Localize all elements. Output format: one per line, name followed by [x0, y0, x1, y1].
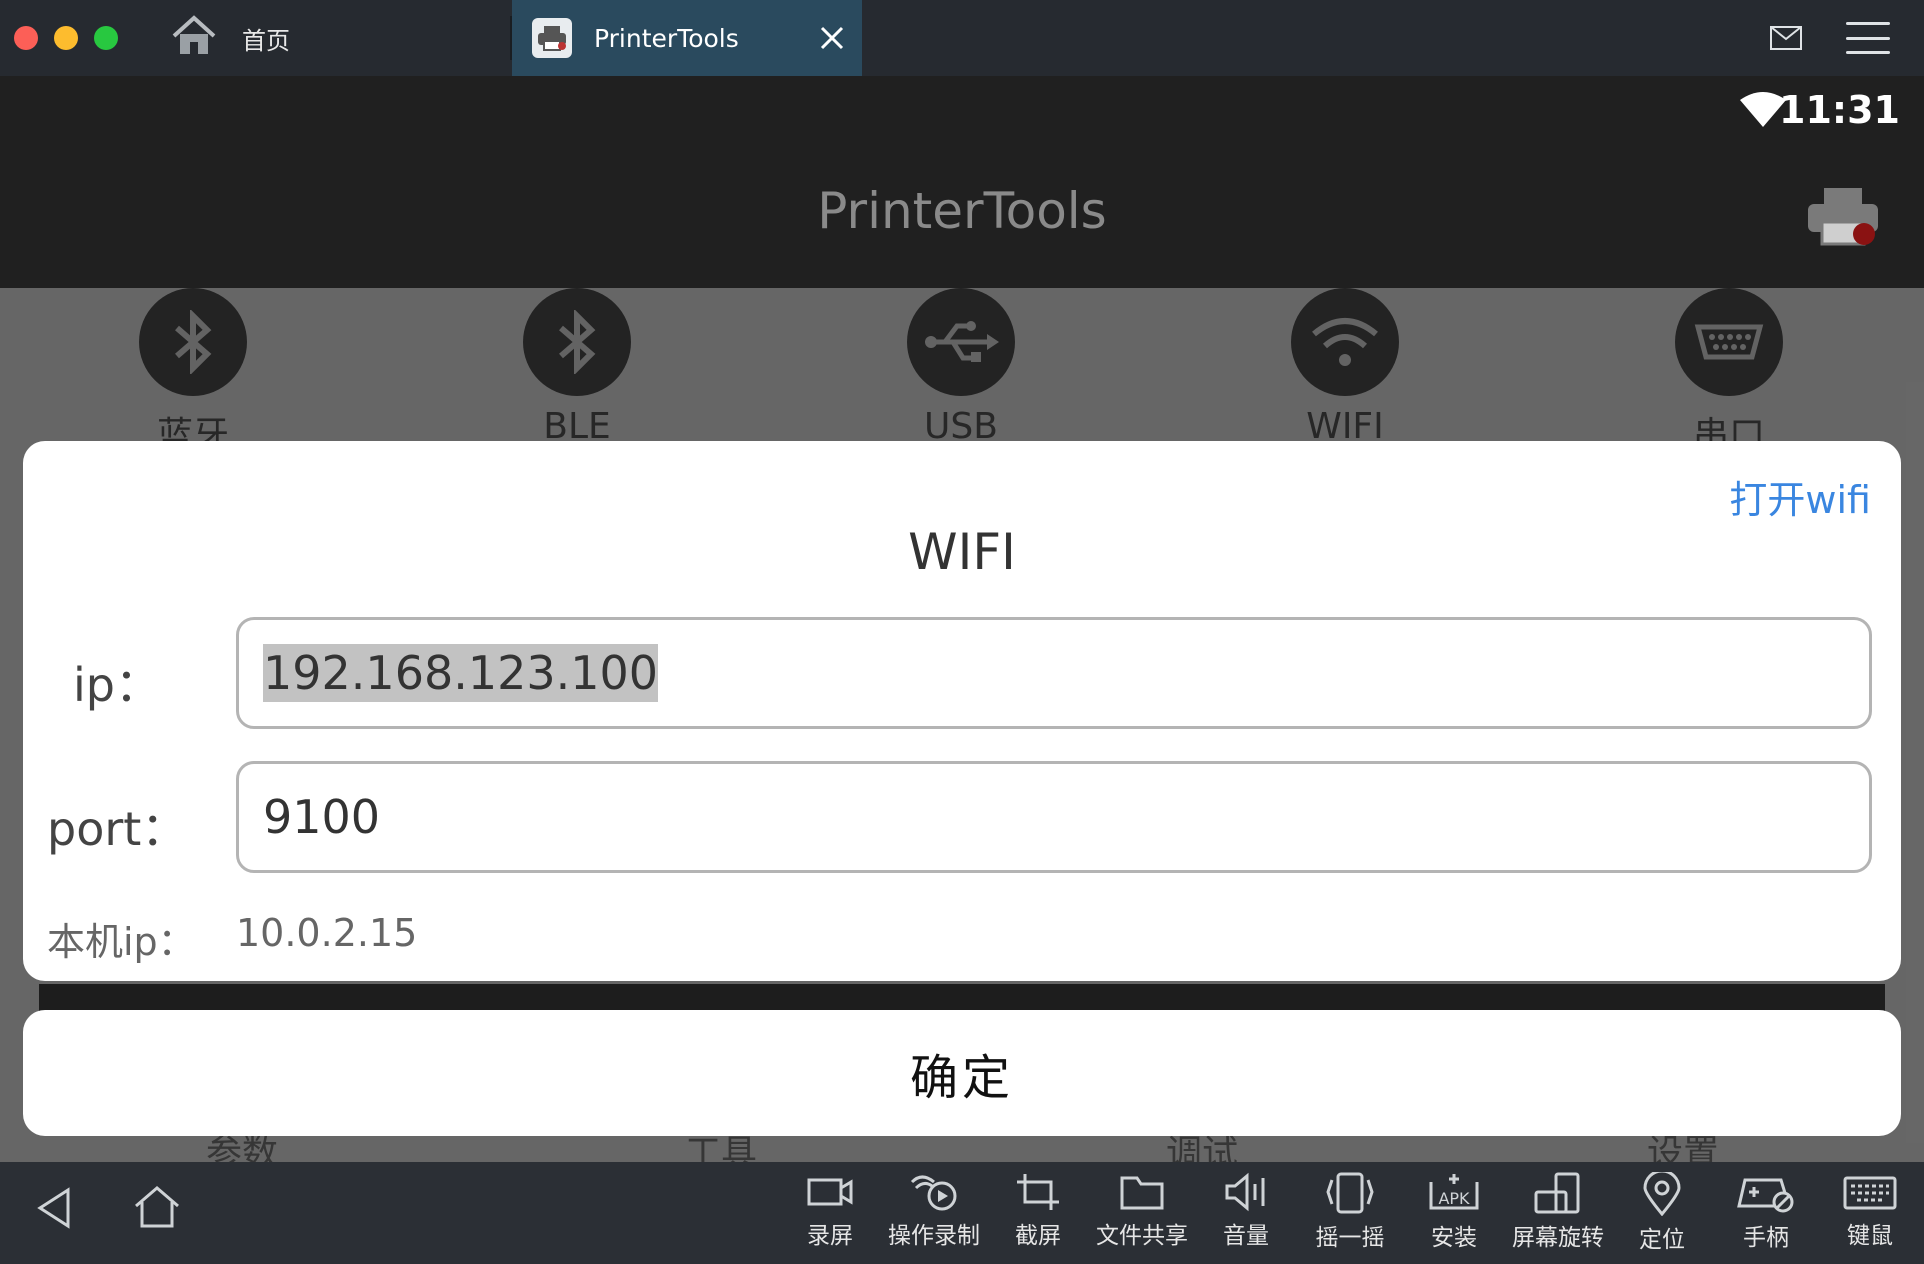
port-label: port：	[47, 802, 188, 856]
port-input-value: 9100	[263, 790, 381, 844]
folder-icon	[1120, 1176, 1164, 1210]
tab-home-label: 首页	[242, 26, 290, 55]
printer-app-icon	[532, 18, 572, 58]
toolbar-operation-record[interactable]: 操作录制	[882, 1172, 986, 1250]
window-maximize-button[interactable]	[94, 26, 118, 50]
keyboard-icon	[1843, 1176, 1897, 1210]
back-icon[interactable]	[36, 1186, 72, 1234]
open-wifi-link[interactable]: 打开wifi	[1729, 469, 1871, 524]
volume-icon	[1225, 1172, 1265, 1212]
window-close-button[interactable]	[14, 26, 38, 50]
confirm-button[interactable]: 确定	[23, 1010, 1901, 1136]
toolbar-label: 定位	[1639, 1227, 1685, 1253]
operation-record-icon	[910, 1175, 957, 1211]
ip-input[interactable]: 192.168.123.100	[236, 617, 1872, 729]
app-title: PrinterTools	[817, 182, 1107, 240]
location-icon	[1643, 1172, 1681, 1216]
window-minimize-button[interactable]	[54, 26, 78, 50]
gamepad-icon	[1737, 1178, 1794, 1213]
local-ip-value: 10.0.2.15	[236, 911, 418, 955]
toolbar-install[interactable]: APK 安装	[1402, 1172, 1506, 1252]
toolbar-gamepad[interactable]: 手柄	[1714, 1172, 1818, 1252]
tab-home[interactable]: 首页	[170, 8, 290, 68]
local-ip-label: 本机ip：	[47, 920, 196, 964]
wifi-dialog: 打开wifi WIFI ip： 192.168.123.100 port： 91…	[23, 441, 1901, 981]
rotate-screen-icon	[1534, 1172, 1580, 1214]
toolbar-label: 操作录制	[888, 1223, 980, 1249]
printer-status-icon[interactable]	[1806, 184, 1880, 248]
toolbar-shake[interactable]: 摇一摇	[1298, 1172, 1402, 1252]
toolbar-label: 键鼠	[1847, 1223, 1893, 1249]
close-icon[interactable]	[812, 18, 852, 58]
toolbar-label: 摇一摇	[1315, 1225, 1385, 1251]
tab-printertools-label: PrinterTools	[594, 23, 739, 53]
crop-icon	[1017, 1174, 1059, 1210]
home-icon	[170, 14, 218, 62]
port-input[interactable]: 9100	[236, 761, 1872, 873]
screen-record-icon	[807, 1178, 853, 1206]
tab-printertools[interactable]: PrinterTools	[512, 0, 862, 76]
toolbar-label: 手柄	[1743, 1225, 1789, 1251]
toolbar-file-share[interactable]: 文件共享	[1090, 1172, 1194, 1250]
toolbar-rotate[interactable]: 屏幕旋转	[1506, 1172, 1610, 1252]
status-time: 11:31	[1779, 88, 1900, 132]
apk-install-icon: APK	[1429, 1174, 1479, 1210]
toolbar-label: 音量	[1223, 1223, 1269, 1249]
mail-icon[interactable]	[1760, 20, 1812, 56]
ip-label: ip：	[73, 658, 161, 712]
toolbar-label: 屏幕旋转	[1512, 1225, 1604, 1251]
ip-input-value: 192.168.123.100	[263, 644, 659, 702]
toolbar-keyboard-mouse[interactable]: 键鼠	[1818, 1172, 1922, 1250]
dialog-title: WIFI	[908, 523, 1016, 581]
toolbar-label: 文件共享	[1096, 1223, 1188, 1249]
dialog-separator	[39, 984, 1885, 1012]
svg-text:APK: APK	[1438, 1189, 1470, 1208]
menu-icon[interactable]	[1846, 18, 1890, 58]
toolbar-label: 录屏	[807, 1223, 853, 1249]
toolbar-label: 截屏	[1015, 1223, 1061, 1249]
toolbar-location[interactable]: 定位	[1610, 1172, 1714, 1254]
toolbar-volume[interactable]: 音量	[1194, 1172, 1298, 1250]
toolbar-screenshot[interactable]: 截屏	[986, 1172, 1090, 1250]
home-nav-icon[interactable]	[132, 1184, 182, 1234]
toolbar-screen-record[interactable]: 录屏	[778, 1172, 882, 1250]
toolbar-label: 安装	[1431, 1225, 1477, 1251]
shake-icon	[1326, 1172, 1374, 1214]
